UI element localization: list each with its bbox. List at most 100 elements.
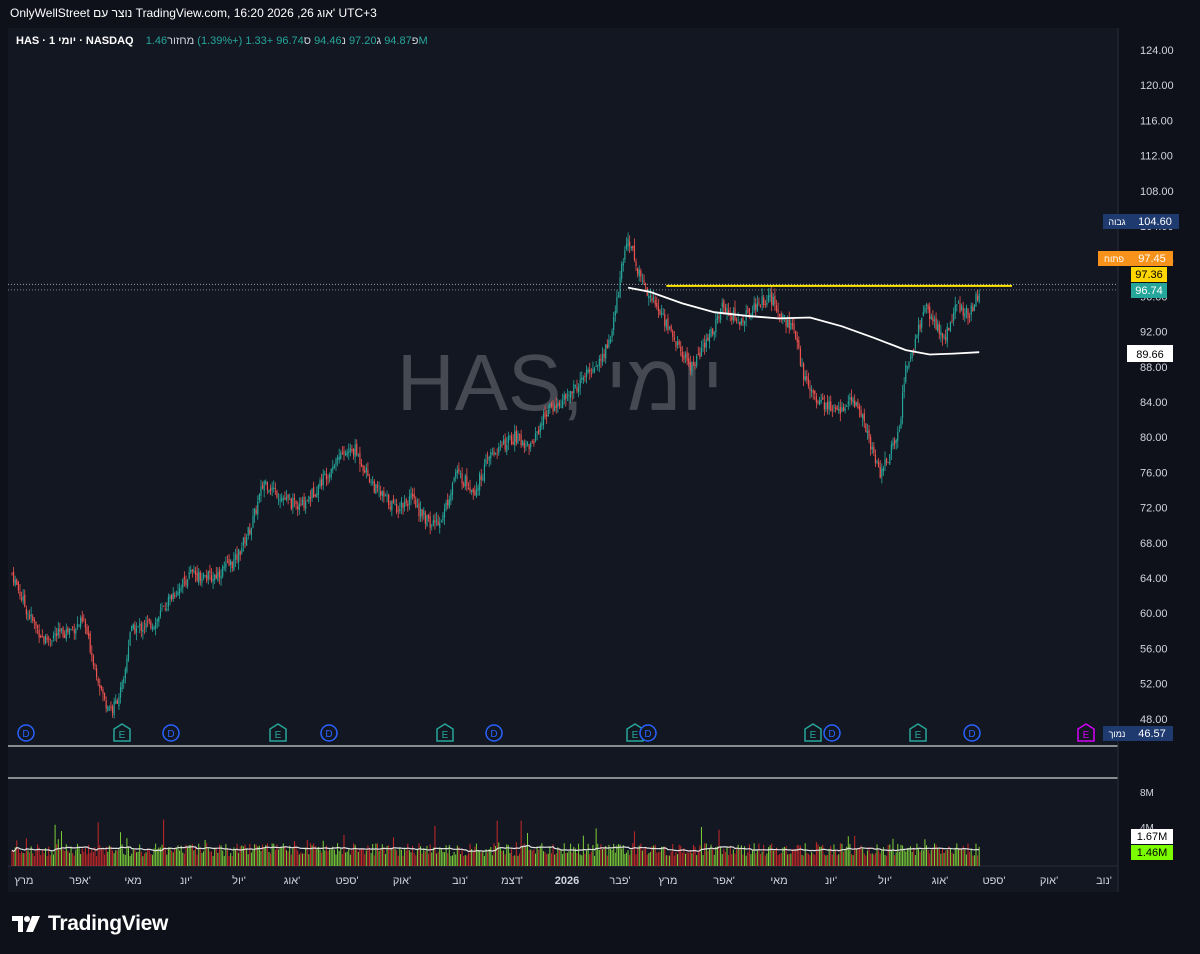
- volume-bar: [665, 855, 667, 866]
- volume-bar: [610, 848, 611, 866]
- candle-body: [73, 629, 75, 634]
- volume-bar: [598, 849, 600, 866]
- volume-bar: [879, 853, 881, 866]
- dividend-marker-label: D: [644, 729, 651, 740]
- dividend-marker[interactable]: D: [162, 724, 180, 742]
- candle-body: [48, 638, 50, 640]
- volume-bar: [700, 826, 702, 866]
- volume-bar: [827, 854, 829, 866]
- volume-bar: [843, 851, 845, 866]
- candle-body: [150, 621, 152, 628]
- candle-body: [52, 635, 55, 639]
- dividend-marker[interactable]: D: [485, 724, 503, 742]
- candle-body: [715, 319, 717, 333]
- x-tick-label: יונ': [180, 875, 192, 887]
- volume-bar: [673, 855, 675, 866]
- x-tick-label: יונ': [825, 875, 837, 887]
- candle-body: [838, 409, 840, 411]
- candle-body: [600, 358, 602, 361]
- dividend-marker[interactable]: D: [320, 724, 338, 742]
- volume-bar: [249, 843, 251, 866]
- candle-body: [777, 309, 779, 312]
- volume-bar: [908, 847, 910, 866]
- volume-bar: [957, 849, 959, 866]
- candle-body: [298, 503, 300, 511]
- high-value: 97.20: [348, 35, 377, 47]
- symbol-label[interactable]: HAS · יומי 1 · NASDAQ: [16, 35, 134, 47]
- candle-body: [584, 376, 586, 378]
- candle-body: [544, 411, 546, 418]
- volume-bar: [788, 853, 790, 866]
- volume-bar: [107, 851, 109, 866]
- candle-body: [218, 570, 221, 577]
- candle-body: [464, 475, 466, 487]
- tradingview-logo-text: TradingView: [48, 912, 169, 935]
- credit-text: OnlyWellStreet נוצר עם TradingView.com, …: [10, 6, 377, 20]
- candle-body: [975, 293, 977, 307]
- candle-body: [386, 495, 388, 497]
- candle-body: [673, 337, 675, 340]
- volume-bar: [911, 851, 913, 866]
- volume-bar: [424, 851, 426, 866]
- dividend-marker[interactable]: D: [17, 724, 35, 742]
- candle-body: [222, 566, 224, 577]
- volume-bar: [89, 852, 91, 866]
- vol-ma-badge-value: 1.67M: [1137, 831, 1168, 843]
- volume-bar: [52, 854, 54, 866]
- dividend-marker[interactable]: D: [639, 724, 657, 742]
- candle-body: [962, 307, 964, 316]
- volume-bar: [246, 848, 248, 866]
- volume-bar: [313, 843, 315, 866]
- candle-body: [103, 692, 106, 699]
- candle-body: [97, 679, 99, 683]
- volume-bar: [565, 853, 567, 866]
- volume-bar: [214, 847, 216, 866]
- volume-bar: [378, 850, 380, 866]
- candle-body: [710, 329, 712, 337]
- candle-body: [423, 510, 425, 515]
- candle-body: [72, 626, 74, 628]
- dividend-marker[interactable]: D: [963, 724, 981, 742]
- volume-bar: [254, 844, 256, 866]
- candle-body: [937, 323, 939, 331]
- candle-body: [507, 436, 509, 444]
- candle-body: [309, 497, 312, 500]
- dividend-marker-label: D: [490, 729, 497, 740]
- volume-bar: [330, 849, 332, 866]
- dividend-marker-label: D: [968, 729, 975, 740]
- candle-body: [459, 473, 462, 475]
- earnings-marker-label: E: [810, 730, 817, 741]
- candle-body: [246, 537, 248, 546]
- candle-body: [506, 444, 508, 452]
- volume-bar: [488, 849, 490, 866]
- volume-bar: [841, 843, 843, 866]
- volume-bar: [32, 853, 34, 866]
- symbol-watermark: HAS, יומי: [397, 338, 723, 427]
- candle-body: [231, 562, 233, 569]
- candle-body: [873, 446, 875, 454]
- candle-body: [16, 579, 18, 585]
- candle-body: [846, 405, 848, 407]
- tradingview-logo[interactable]: TradingView: [12, 912, 168, 936]
- candle-body: [242, 537, 245, 546]
- close-label: ס: [303, 35, 311, 47]
- volume-bar: [787, 854, 789, 866]
- dividend-marker[interactable]: D: [823, 724, 841, 742]
- price-chart[interactable]: HAS, יומי 124.00 120.00 116.00 112.00 108.00…: [0, 26, 1200, 896]
- volume-bar: [483, 855, 485, 866]
- volume-bar: [748, 844, 750, 866]
- volume-bar: [201, 853, 203, 866]
- y-tick-label: 124.00: [1140, 45, 1174, 57]
- volume-bar: [951, 852, 953, 866]
- candle-body: [370, 481, 372, 483]
- x-tick-label: ספט': [335, 875, 358, 887]
- volume-bar: [225, 843, 227, 866]
- candle-body: [689, 362, 691, 371]
- volume-bar: [630, 849, 632, 866]
- volume-bar: [474, 846, 476, 866]
- candle-body: [860, 410, 862, 417]
- candle-body: [806, 376, 808, 380]
- candle-body: [629, 241, 631, 247]
- volume-bar: [185, 844, 187, 866]
- candle-body: [155, 621, 157, 629]
